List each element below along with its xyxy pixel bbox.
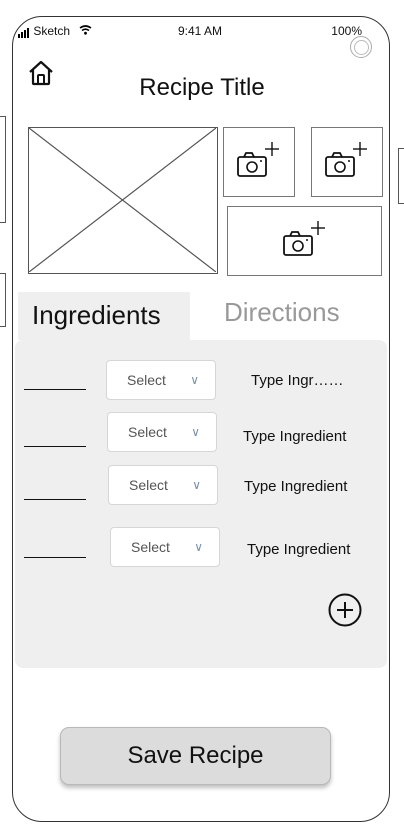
unit-select-label: Select: [129, 477, 168, 493]
carrier: Sketch: [18, 24, 92, 38]
plus-circle-icon: [327, 593, 363, 632]
assistive-touch-icon[interactable]: [350, 36, 372, 58]
add-ingredient-button[interactable]: [327, 592, 363, 628]
ingredient-name-field[interactable]: Type Ingr……: [251, 372, 344, 389]
wifi-icon: [79, 24, 92, 38]
chevron-down-icon: ∨: [194, 540, 203, 554]
status-time: 9:41 AM: [178, 24, 223, 38]
add-photo-button[interactable]: [223, 127, 295, 197]
save-recipe-button[interactable]: Save Recipe: [60, 727, 331, 785]
ingredient-name-field[interactable]: Type Ingredient: [247, 541, 350, 558]
camera-plus-icon: [234, 140, 284, 185]
ingredient-row: Select ∨ Type Ingr……: [15, 360, 387, 404]
chevron-down-icon: ∨: [190, 373, 199, 387]
quantity-field[interactable]: [24, 389, 86, 390]
unit-select[interactable]: Select ∨: [107, 412, 217, 452]
signal-icon: [18, 24, 30, 38]
ingredient-row: Select ∨ Type Ingredient: [15, 465, 387, 509]
recipe-tabs: Ingredients Directions: [18, 292, 388, 340]
unit-select[interactable]: Select ∨: [108, 465, 218, 505]
unit-select-label: Select: [128, 424, 167, 440]
camera-plus-icon: [322, 140, 372, 185]
frame-mark: [0, 116, 6, 223]
unit-select[interactable]: Select ∨: [110, 527, 220, 567]
status-bar: Sketch 9:41 AM 100%: [18, 24, 386, 58]
ingredients-panel: Select ∨ Type Ingr…… Select ∨ Type Ingre…: [15, 340, 387, 668]
ingredient-name-field[interactable]: Type Ingredient: [243, 428, 346, 445]
frame-mark: [398, 148, 404, 204]
quantity-field[interactable]: [24, 446, 86, 447]
ingredient-row: Select ∨ Type Ingredient: [15, 412, 387, 456]
chevron-down-icon: ∨: [192, 478, 201, 492]
chevron-down-icon: ∨: [191, 425, 200, 439]
ingredient-name-field[interactable]: Type Ingredient: [244, 478, 347, 495]
quantity-field[interactable]: [24, 557, 86, 558]
tab-ingredients[interactable]: Ingredients: [18, 292, 190, 340]
quantity-field[interactable]: [24, 499, 86, 500]
add-photo-button[interactable]: [227, 206, 382, 276]
recipe-image-placeholder[interactable]: [28, 127, 218, 274]
frame-mark: [0, 273, 6, 327]
unit-select-label: Select: [131, 539, 170, 555]
ingredient-row: Select ∨ Type Ingredient: [15, 527, 387, 571]
unit-select[interactable]: Select ∨: [106, 360, 216, 400]
camera-plus-icon: [280, 219, 330, 264]
add-photo-button[interactable]: [311, 127, 383, 197]
tab-directions[interactable]: Directions: [224, 292, 340, 340]
carrier-label: Sketch: [33, 24, 71, 38]
page-title: Recipe Title: [139, 74, 265, 101]
unit-select-label: Select: [127, 372, 166, 388]
